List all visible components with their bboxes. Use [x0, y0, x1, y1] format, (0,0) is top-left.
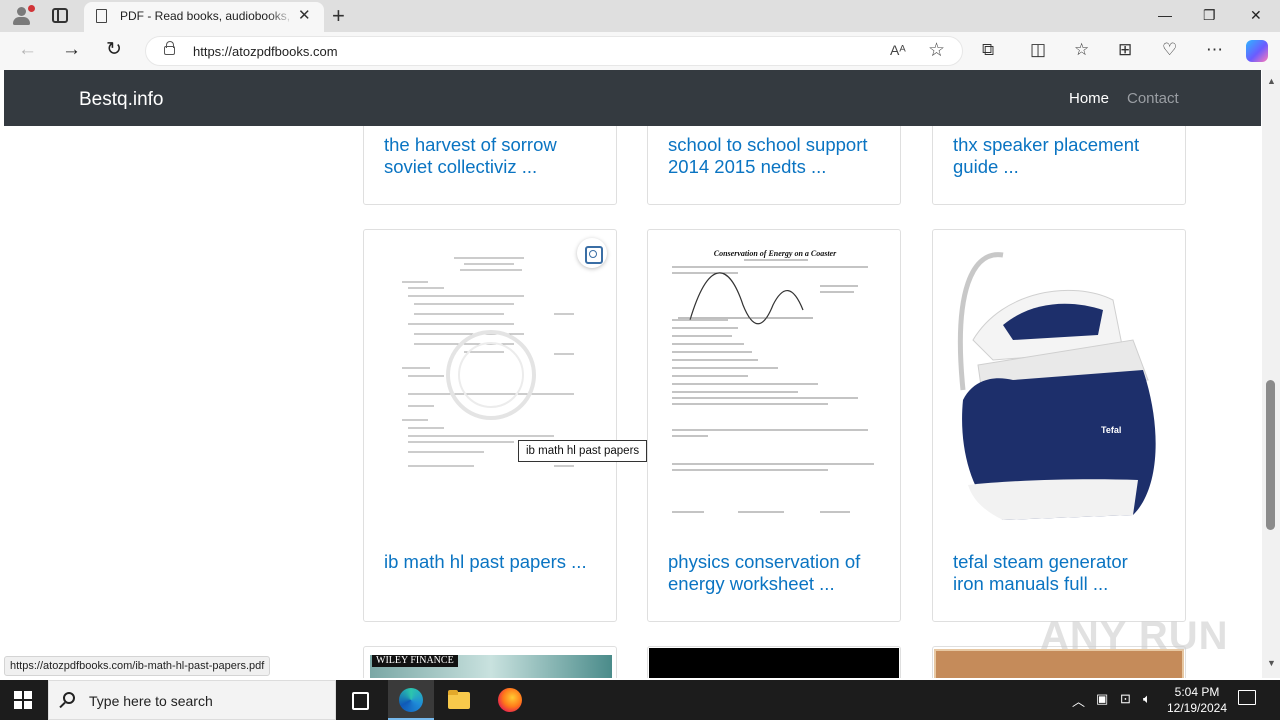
nav-home-link[interactable]: Home — [1069, 90, 1109, 107]
scroll-down-icon[interactable]: ▼ — [1267, 658, 1276, 668]
url-text[interactable]: https://atozpdfbooks.com — [193, 44, 338, 59]
clock-time: 5:04 PM — [1174, 685, 1220, 699]
address-bar[interactable]: https://atozpdfbooks.com Aᴬ ☆ — [145, 36, 963, 66]
close-window-button[interactable]: ✕ — [1250, 6, 1262, 24]
taskbar-search-box[interactable]: Type here to search — [48, 680, 336, 720]
volume-icon[interactable]: 🔈︎ — [1143, 691, 1151, 707]
read-aloud-icon[interactable]: Aᴬ — [890, 42, 906, 58]
notifications-icon[interactable] — [1238, 690, 1256, 705]
reload-button[interactable]: ↻ — [106, 40, 122, 60]
new-tab-button[interactable]: + — [332, 3, 345, 29]
book-title-link[interactable]: physics conservation of energy worksheet … — [668, 551, 860, 595]
extensions-icon[interactable]: ⧉ — [982, 39, 994, 61]
steam-iron-thumbnail[interactable]: Tefal — [933, 230, 1187, 530]
worksheet-thumbnail[interactable]: Conservation of Energy on a Coaster — [648, 230, 902, 530]
close-tab-icon[interactable]: ✕ — [298, 7, 311, 25]
page-scrollbar[interactable]: ▲ ▼ — [1262, 70, 1280, 678]
favorites-icon[interactable]: ☆ — [1074, 39, 1089, 61]
tab-title: PDF - Read books, audiobooks, and more — [120, 9, 294, 23]
cover-label: WILEY FINANCE — [372, 655, 458, 667]
add-favorite-icon[interactable]: ☆ — [928, 39, 945, 62]
book-title-link[interactable]: the harvest of sorrow soviet collectiviz … — [384, 134, 557, 178]
firefox-icon[interactable] — [486, 680, 532, 720]
back-button[interactable]: ← — [18, 40, 37, 60]
browser-essentials-icon[interactable]: ♡ — [1162, 39, 1177, 61]
scroll-up-icon[interactable]: ▲ — [1267, 76, 1276, 86]
device-icon[interactable]: ▣ — [1096, 691, 1108, 707]
iron-brand-label: Tefal — [1101, 425, 1121, 435]
visual-search-icon[interactable] — [577, 238, 607, 268]
minimize-button[interactable]: — — [1158, 6, 1172, 24]
collections-icon[interactable]: ⊞ — [1118, 39, 1132, 61]
book-card[interactable] — [647, 646, 901, 678]
book-title-link[interactable]: ib math hl past papers ... — [384, 551, 587, 573]
book-card[interactable]: Tefal tefal steam generator iron manuals … — [932, 229, 1186, 622]
forward-button[interactable]: → — [62, 40, 81, 60]
book-title-link[interactable]: tefal steam generator iron manuals full .… — [953, 551, 1128, 595]
lock-icon[interactable] — [164, 41, 175, 55]
file-explorer-icon[interactable] — [436, 680, 482, 720]
windows-taskbar: Type here to search ︿ ▣ ⊡ 🔈︎ 5:04 PM 12/… — [0, 680, 1280, 720]
split-screen-icon[interactable]: ◫ — [1030, 39, 1046, 61]
web-page: the harvest of sorrow soviet collectiviz … — [0, 70, 1280, 678]
maximize-button[interactable]: ❐ — [1203, 6, 1216, 24]
profile-icon[interactable] — [10, 5, 35, 27]
document-icon — [96, 9, 107, 23]
exam-paper-thumbnail[interactable] — [364, 230, 618, 530]
task-view-icon[interactable] — [337, 680, 383, 720]
anyrun-watermark: ANY RUN — [1040, 614, 1229, 658]
browser-tab[interactable]: PDF - Read books, audiobooks, and more ✕ — [84, 2, 324, 32]
tab-actions-icon[interactable] — [52, 8, 68, 23]
book-title-link[interactable]: school to school support 2014 2015 nedts … — [668, 134, 868, 178]
book-card[interactable]: WILEY FINANCE — [363, 646, 617, 678]
show-hidden-icons-icon[interactable]: ︿ — [1072, 691, 1085, 710]
link-tooltip: ib math hl past papers — [518, 440, 648, 462]
copilot-icon[interactable] — [1246, 40, 1268, 62]
book-title-link[interactable]: thx speaker placement guide ... — [953, 134, 1139, 178]
browser-tab-bar: PDF - Read books, audiobooks, and more ✕… — [0, 0, 1280, 32]
book-cover-thumbnail[interactable] — [649, 648, 899, 678]
clock-date: 12/19/2024 — [1166, 701, 1228, 715]
taskbar-clock[interactable]: 5:04 PM 12/19/2024 — [1160, 684, 1234, 716]
network-icon[interactable]: ⊡ — [1120, 691, 1131, 707]
nav-contact-link[interactable]: Contact — [1127, 90, 1179, 107]
site-navbar: Bestq.info Home Contact — [4, 70, 1261, 126]
address-toolbar: ← → ↻ https://atozpdfbooks.com Aᴬ ☆ ⧉ ◫ … — [0, 32, 1280, 70]
edge-browser-icon[interactable] — [388, 680, 434, 720]
search-icon — [63, 692, 75, 704]
search-placeholder: Type here to search — [89, 693, 213, 709]
status-url: https://atozpdfbooks.com/ib-math-hl-past… — [4, 656, 271, 676]
book-card[interactable]: Conservation of Energy on a Coaster phys… — [647, 229, 901, 622]
worksheet-heading: Conservation of Energy on a Coaster — [714, 249, 837, 258]
windows-start-icon[interactable] — [14, 691, 32, 709]
site-brand[interactable]: Bestq.info — [79, 89, 164, 111]
more-icon[interactable]: ⋯ — [1206, 39, 1223, 61]
scrollbar-thumb[interactable] — [1266, 380, 1275, 530]
book-card[interactable]: ib math hl past papers ... — [363, 229, 617, 622]
